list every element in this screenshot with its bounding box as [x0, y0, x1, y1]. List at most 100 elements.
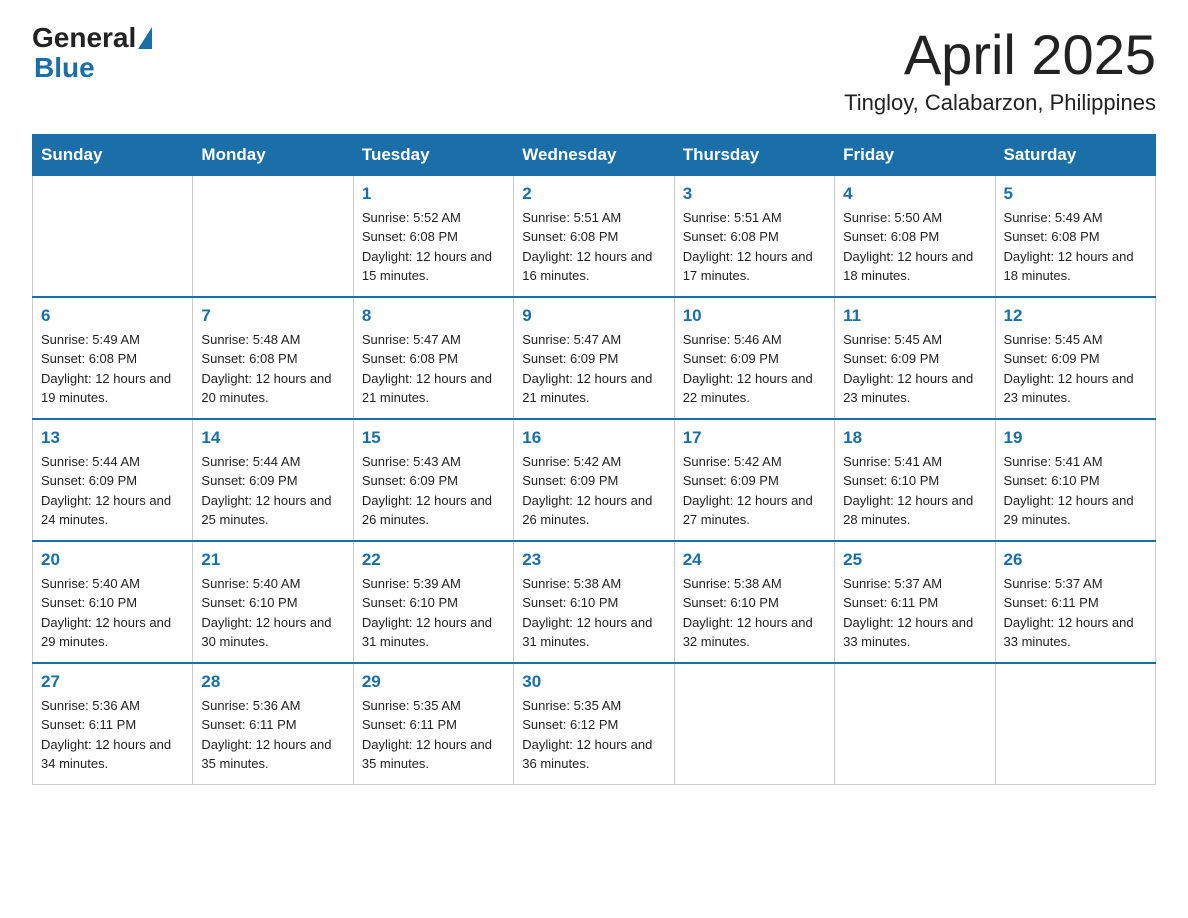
- day-number: 5: [1004, 184, 1147, 204]
- day-detail: Sunrise: 5:50 AMSunset: 6:08 PMDaylight:…: [843, 208, 986, 286]
- day-number: 11: [843, 306, 986, 326]
- day-number: 2: [522, 184, 665, 204]
- calendar-cell: [995, 663, 1155, 785]
- calendar-cell: 19 Sunrise: 5:41 AMSunset: 6:10 PMDayligh…: [995, 419, 1155, 541]
- day-number: 17: [683, 428, 826, 448]
- day-detail: Sunrise: 5:49 AMSunset: 6:08 PMDaylight:…: [1004, 208, 1147, 286]
- day-number: 26: [1004, 550, 1147, 570]
- logo-general-text: General: [32, 24, 136, 52]
- day-detail: Sunrise: 5:42 AMSunset: 6:09 PMDaylight:…: [683, 452, 826, 530]
- calendar-cell: 29 Sunrise: 5:35 AMSunset: 6:11 PMDayligh…: [353, 663, 513, 785]
- day-detail: Sunrise: 5:35 AMSunset: 6:12 PMDaylight:…: [522, 696, 665, 774]
- day-number: 24: [683, 550, 826, 570]
- page-header: General Blue April 2025 Tingloy, Calabar…: [32, 24, 1156, 116]
- day-detail: Sunrise: 5:49 AMSunset: 6:08 PMDaylight:…: [41, 330, 184, 408]
- day-detail: Sunrise: 5:36 AMSunset: 6:11 PMDaylight:…: [201, 696, 344, 774]
- day-detail: Sunrise: 5:37 AMSunset: 6:11 PMDaylight:…: [843, 574, 986, 652]
- calendar-cell: 24 Sunrise: 5:38 AMSunset: 6:10 PMDayligh…: [674, 541, 834, 663]
- day-number: 21: [201, 550, 344, 570]
- calendar-cell: [193, 175, 353, 297]
- day-number: 29: [362, 672, 505, 692]
- calendar-cell: 3 Sunrise: 5:51 AMSunset: 6:08 PMDaylight…: [674, 175, 834, 297]
- calendar-cell: 23Sunrise: 5:38 AMSunset: 6:10 PMDayligh…: [514, 541, 674, 663]
- calendar-cell: 27 Sunrise: 5:36 AMSunset: 6:11 PMDayligh…: [33, 663, 193, 785]
- calendar-cell: 7Sunrise: 5:48 AMSunset: 6:08 PMDaylight…: [193, 297, 353, 419]
- calendar-cell: 13 Sunrise: 5:44 AMSunset: 6:09 PMDayligh…: [33, 419, 193, 541]
- day-number: 13: [41, 428, 184, 448]
- day-number: 7: [201, 306, 344, 326]
- day-detail: Sunrise: 5:45 AMSunset: 6:09 PMDaylight:…: [1004, 330, 1147, 408]
- logo-triangle-icon: [138, 27, 152, 49]
- weekday-header-row: SundayMondayTuesdayWednesdayThursdayFrid…: [33, 134, 1156, 175]
- week-row-5: 27 Sunrise: 5:36 AMSunset: 6:11 PMDayligh…: [33, 663, 1156, 785]
- logo: General Blue: [32, 24, 152, 84]
- calendar-cell: 28 Sunrise: 5:36 AMSunset: 6:11 PMDayligh…: [193, 663, 353, 785]
- location-title: Tingloy, Calabarzon, Philippines: [844, 90, 1156, 116]
- day-number: 1: [362, 184, 505, 204]
- day-number: 3: [683, 184, 826, 204]
- day-number: 25: [843, 550, 986, 570]
- day-detail: Sunrise: 5:38 AMSunset: 6:10 PMDaylight:…: [683, 574, 826, 652]
- day-number: 20: [41, 550, 184, 570]
- day-detail: Sunrise: 5:37 AMSunset: 6:11 PMDaylight:…: [1004, 574, 1147, 652]
- calendar-cell: 30 Sunrise: 5:35 AMSunset: 6:12 PMDayligh…: [514, 663, 674, 785]
- day-detail: Sunrise: 5:46 AMSunset: 6:09 PMDaylight:…: [683, 330, 826, 408]
- day-number: 28: [201, 672, 344, 692]
- month-title: April 2025: [844, 24, 1156, 86]
- calendar-cell: 8 Sunrise: 5:47 AMSunset: 6:08 PMDaylight…: [353, 297, 513, 419]
- day-number: 9: [522, 306, 665, 326]
- day-detail: Sunrise: 5:39 AMSunset: 6:10 PMDaylight:…: [362, 574, 505, 652]
- day-number: 4: [843, 184, 986, 204]
- day-number: 10: [683, 306, 826, 326]
- day-detail: Sunrise: 5:47 AMSunset: 6:08 PMDaylight:…: [362, 330, 505, 408]
- day-number: 12: [1004, 306, 1147, 326]
- day-number: 14: [201, 428, 344, 448]
- day-number: 8: [362, 306, 505, 326]
- calendar-cell: [674, 663, 834, 785]
- calendar-cell: 1 Sunrise: 5:52 AMSunset: 6:08 PMDaylight…: [353, 175, 513, 297]
- calendar-cell: 21Sunrise: 5:40 AMSunset: 6:10 PMDayligh…: [193, 541, 353, 663]
- calendar-cell: 15Sunrise: 5:43 AMSunset: 6:09 PMDayligh…: [353, 419, 513, 541]
- weekday-header-saturday: Saturday: [995, 134, 1155, 175]
- day-number: 16: [522, 428, 665, 448]
- day-detail: Sunrise: 5:51 AMSunset: 6:08 PMDaylight:…: [522, 208, 665, 286]
- title-section: April 2025 Tingloy, Calabarzon, Philippi…: [844, 24, 1156, 116]
- week-row-4: 20 Sunrise: 5:40 AMSunset: 6:10 PMDayligh…: [33, 541, 1156, 663]
- day-number: 27: [41, 672, 184, 692]
- weekday-header-thursday: Thursday: [674, 134, 834, 175]
- day-detail: Sunrise: 5:41 AMSunset: 6:10 PMDaylight:…: [1004, 452, 1147, 530]
- day-detail: Sunrise: 5:40 AMSunset: 6:10 PMDaylight:…: [41, 574, 184, 652]
- week-row-1: 1 Sunrise: 5:52 AMSunset: 6:08 PMDaylight…: [33, 175, 1156, 297]
- day-number: 6: [41, 306, 184, 326]
- day-number: 19: [1004, 428, 1147, 448]
- calendar-cell: [33, 175, 193, 297]
- day-detail: Sunrise: 5:47 AMSunset: 6:09 PMDaylight:…: [522, 330, 665, 408]
- day-detail: Sunrise: 5:38 AMSunset: 6:10 PMDaylight:…: [522, 574, 665, 652]
- day-detail: Sunrise: 5:44 AMSunset: 6:09 PMDaylight:…: [41, 452, 184, 530]
- calendar-cell: 20 Sunrise: 5:40 AMSunset: 6:10 PMDayligh…: [33, 541, 193, 663]
- day-detail: Sunrise: 5:42 AMSunset: 6:09 PMDaylight:…: [522, 452, 665, 530]
- calendar-cell: 25 Sunrise: 5:37 AMSunset: 6:11 PMDayligh…: [835, 541, 995, 663]
- weekday-header-wednesday: Wednesday: [514, 134, 674, 175]
- day-detail: Sunrise: 5:51 AMSunset: 6:08 PMDaylight:…: [683, 208, 826, 286]
- day-number: 22: [362, 550, 505, 570]
- week-row-3: 13 Sunrise: 5:44 AMSunset: 6:09 PMDayligh…: [33, 419, 1156, 541]
- calendar-cell: 26 Sunrise: 5:37 AMSunset: 6:11 PMDayligh…: [995, 541, 1155, 663]
- calendar-cell: 17 Sunrise: 5:42 AMSunset: 6:09 PMDayligh…: [674, 419, 834, 541]
- calendar-cell: [835, 663, 995, 785]
- calendar-cell: 18Sunrise: 5:41 AMSunset: 6:10 PMDayligh…: [835, 419, 995, 541]
- weekday-header-sunday: Sunday: [33, 134, 193, 175]
- day-detail: Sunrise: 5:52 AMSunset: 6:08 PMDaylight:…: [362, 208, 505, 286]
- weekday-header-tuesday: Tuesday: [353, 134, 513, 175]
- calendar-cell: 4 Sunrise: 5:50 AMSunset: 6:08 PMDaylight…: [835, 175, 995, 297]
- calendar-cell: 6 Sunrise: 5:49 AMSunset: 6:08 PMDaylight…: [33, 297, 193, 419]
- day-detail: Sunrise: 5:41 AMSunset: 6:10 PMDaylight:…: [843, 452, 986, 530]
- day-number: 30: [522, 672, 665, 692]
- calendar-cell: 16 Sunrise: 5:42 AMSunset: 6:09 PMDayligh…: [514, 419, 674, 541]
- day-detail: Sunrise: 5:44 AMSunset: 6:09 PMDaylight:…: [201, 452, 344, 530]
- calendar-cell: 12 Sunrise: 5:45 AMSunset: 6:09 PMDayligh…: [995, 297, 1155, 419]
- day-detail: Sunrise: 5:36 AMSunset: 6:11 PMDaylight:…: [41, 696, 184, 774]
- calendar-cell: 22 Sunrise: 5:39 AMSunset: 6:10 PMDayligh…: [353, 541, 513, 663]
- day-detail: Sunrise: 5:35 AMSunset: 6:11 PMDaylight:…: [362, 696, 505, 774]
- week-row-2: 6 Sunrise: 5:49 AMSunset: 6:08 PMDaylight…: [33, 297, 1156, 419]
